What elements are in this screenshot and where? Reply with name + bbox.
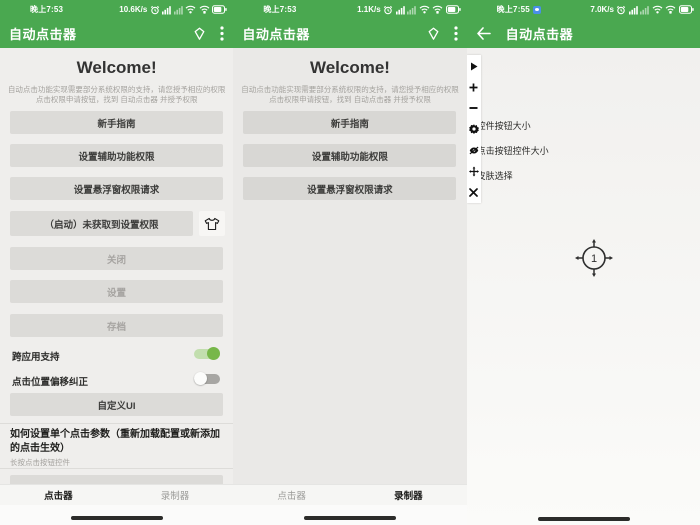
status-bar: 晚上7:55 7.0K/s bbox=[467, 0, 700, 19]
accessibility-permission-button[interactable]: 设置辅助功能权限 bbox=[243, 144, 456, 167]
clock-text: 晚上7:55 bbox=[497, 4, 530, 15]
permission-description-line2: 点击权限申请按钮，找到 自动点击器 并授予权限 bbox=[6, 94, 227, 105]
welcome-heading: Welcome! bbox=[233, 58, 466, 78]
guide-button[interactable]: 新手指南 bbox=[10, 111, 223, 134]
network-speed: 1.1K/s bbox=[357, 5, 381, 14]
plus-icon[interactable] bbox=[469, 82, 479, 92]
status-icons: 10.6K/s bbox=[119, 5, 227, 15]
clock-text: 晚上7:53 bbox=[30, 4, 63, 15]
screen-clicker-tab: 晚上7:53 10.6K/s 自动点击器 Welcome! 自动点击功能实现需要… bbox=[0, 0, 233, 525]
tshirt-icon bbox=[204, 217, 220, 231]
offset-correction-toggle[interactable] bbox=[194, 372, 220, 385]
target-number: 1 bbox=[591, 253, 597, 265]
app-title: 自动点击器 bbox=[9, 24, 77, 43]
close-icon[interactable] bbox=[469, 187, 479, 197]
hotspot-icon bbox=[665, 5, 676, 14]
bottom-tab-bar: 点击器 录制器 bbox=[0, 484, 233, 505]
diamond-icon[interactable] bbox=[192, 27, 207, 41]
hotspot-icon bbox=[432, 5, 443, 14]
floating-toolbar bbox=[467, 55, 481, 203]
status-bar: 晚上7:53 10.6K/s bbox=[0, 0, 233, 19]
status-bar: 晚上7:53 1.1K/s bbox=[233, 0, 466, 19]
gesture-nav-bar bbox=[233, 505, 466, 525]
menu-item-skin-select[interactable]: 皮肤选择 bbox=[477, 169, 513, 182]
signal-icon bbox=[629, 5, 638, 15]
composite-screenshot: 晚上7:53 10.6K/s 自动点击器 Welcome! 自动点击功能实现需要… bbox=[0, 0, 700, 525]
divider bbox=[0, 468, 233, 469]
wifi-icon bbox=[652, 5, 663, 14]
tab-recorder[interactable]: 录制器 bbox=[117, 485, 234, 505]
home-indicator[interactable] bbox=[71, 516, 163, 520]
diamond-icon[interactable] bbox=[426, 27, 441, 41]
close-button[interactable]: 关闭 bbox=[10, 247, 223, 270]
alarm-icon bbox=[383, 5, 393, 15]
tab-clicker[interactable]: 点击器 bbox=[0, 485, 117, 505]
eye-off-icon[interactable] bbox=[469, 145, 479, 155]
alarm-icon bbox=[150, 5, 160, 15]
app-bar: 自动点击器 bbox=[233, 19, 466, 48]
move-icon[interactable] bbox=[469, 166, 479, 176]
signal-icon bbox=[162, 5, 171, 15]
cross-app-label: 跨应用支持 bbox=[12, 349, 60, 363]
screen-floating-controls: 晚上7:55 7.0K/s 自动点击器 控件按钮大小 点击按钮控件大小 皮肤选择 bbox=[467, 0, 700, 525]
guide-button[interactable]: 新手指南 bbox=[243, 111, 456, 134]
messenger-app-icon bbox=[533, 6, 541, 14]
divider bbox=[0, 423, 233, 424]
network-speed: 10.6K/s bbox=[119, 5, 147, 14]
wifi-icon bbox=[185, 5, 196, 14]
wifi-icon bbox=[419, 5, 430, 14]
menu-item-widget-size[interactable]: 控件按钮大小 bbox=[477, 119, 531, 132]
play-icon[interactable] bbox=[469, 61, 479, 71]
battery-icon bbox=[446, 5, 461, 14]
battery-icon bbox=[679, 5, 694, 14]
cross-app-toggle[interactable] bbox=[194, 347, 220, 360]
help-item-subtitle: 长按点击按钮控件 bbox=[10, 457, 70, 468]
signal-icon bbox=[396, 5, 405, 15]
alarm-icon bbox=[616, 5, 626, 15]
overlay-permission-button[interactable]: 设置悬浮窗权限请求 bbox=[243, 177, 456, 200]
signal2-icon bbox=[407, 5, 416, 15]
gear-icon[interactable] bbox=[469, 124, 479, 134]
custom-ui-button[interactable]: 自定义UI bbox=[10, 393, 223, 416]
signal2-icon bbox=[640, 5, 649, 15]
offset-correction-label: 点击位置偏移纠正 bbox=[12, 374, 88, 388]
hotspot-icon bbox=[199, 5, 210, 14]
tab-clicker[interactable]: 点击器 bbox=[233, 485, 350, 505]
settings-button[interactable]: 设置 bbox=[10, 280, 223, 303]
start-button[interactable]: （启动）未获取到设置权限 bbox=[10, 211, 193, 236]
home-indicator[interactable] bbox=[304, 516, 396, 520]
signal2-icon bbox=[174, 5, 183, 15]
battery-icon bbox=[212, 5, 227, 14]
app-bar: 自动点击器 bbox=[467, 19, 700, 48]
home-indicator[interactable] bbox=[538, 517, 630, 521]
back-arrow-icon[interactable] bbox=[476, 27, 491, 40]
skin-button[interactable] bbox=[199, 211, 225, 236]
crosshair-target[interactable]: 1 bbox=[571, 235, 617, 281]
status-icons: 1.1K/s bbox=[357, 5, 461, 15]
help-item-title[interactable]: 如何设置单个点击参数（重新加载配置或新添加的点击生效） bbox=[10, 428, 224, 455]
network-speed: 7.0K/s bbox=[590, 5, 614, 14]
gesture-nav-bar bbox=[0, 505, 233, 525]
accessibility-permission-button[interactable]: 设置辅助功能权限 bbox=[10, 144, 223, 167]
permission-description-line2: 点击权限申请按钮，找到 自动点击器 并授予权限 bbox=[239, 94, 460, 105]
partial-button-cutoff bbox=[10, 475, 223, 484]
clock-text: 晚上7:53 bbox=[263, 4, 296, 15]
menu-item-click-button-size[interactable]: 点击按钮控件大小 bbox=[477, 144, 549, 157]
status-icons: 7.0K/s bbox=[590, 5, 694, 15]
app-bar: 自动点击器 bbox=[0, 19, 233, 48]
archive-button[interactable]: 存档 bbox=[10, 314, 223, 337]
app-title: 自动点击器 bbox=[506, 24, 574, 43]
minus-icon[interactable] bbox=[469, 103, 479, 113]
screen-recorder-tab: 晚上7:53 1.1K/s 自动点击器 Welcome! 自动点击功能实现需要部… bbox=[233, 0, 466, 525]
overflow-menu-icon[interactable] bbox=[454, 26, 458, 41]
overflow-menu-icon[interactable] bbox=[220, 26, 224, 41]
overlay-permission-button[interactable]: 设置悬浮窗权限请求 bbox=[10, 177, 223, 200]
tab-recorder[interactable]: 录制器 bbox=[350, 485, 467, 505]
bottom-tab-bar: 点击器 录制器 bbox=[233, 484, 466, 505]
app-title: 自动点击器 bbox=[242, 24, 310, 43]
overlay-demo-area: 控件按钮大小 点击按钮控件大小 皮肤选择 1 bbox=[467, 48, 700, 525]
welcome-heading: Welcome! bbox=[0, 58, 233, 78]
